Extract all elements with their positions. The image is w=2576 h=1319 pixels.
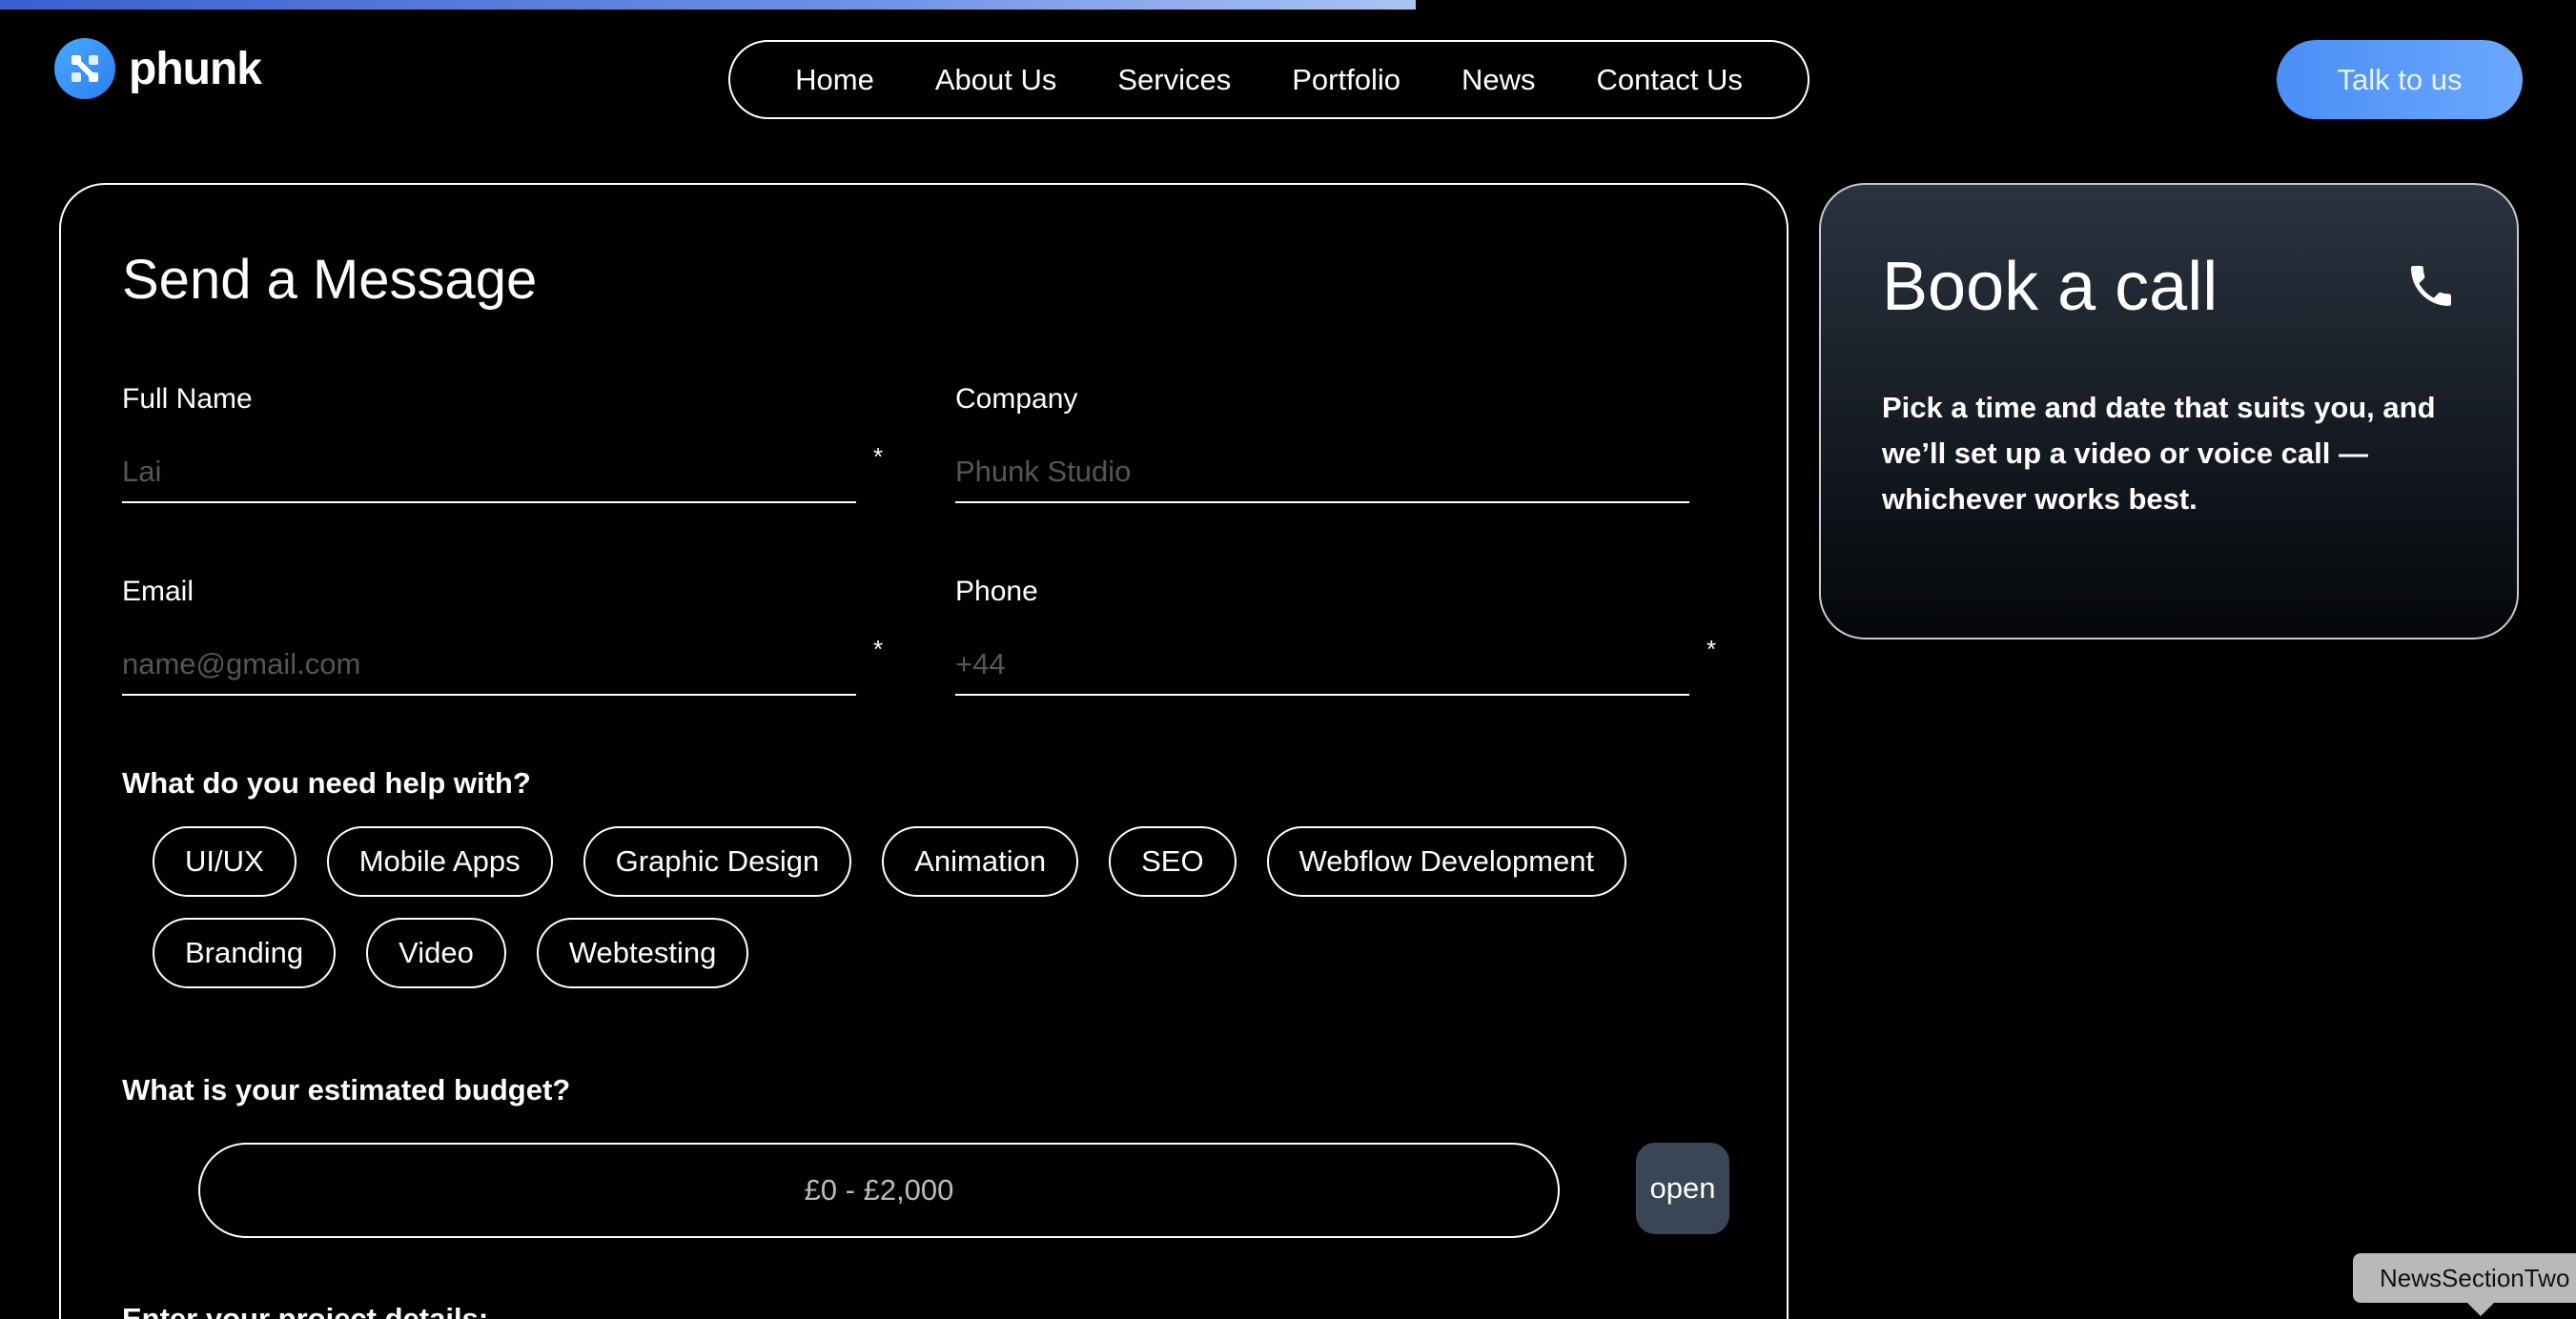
nav-item-home[interactable]: Home <box>795 63 874 97</box>
service-chips-row-1: UI/UX Mobile Apps Graphic Design Animati… <box>153 826 1627 897</box>
phone-input[interactable] <box>955 635 1689 696</box>
phone-icon <box>2411 266 2451 306</box>
full-name-label: Full Name <box>122 383 253 415</box>
service-chip-webtesting[interactable]: Webtesting <box>536 918 749 988</box>
budget-open-button[interactable]: open <box>1636 1143 1729 1234</box>
budget-question: What is your estimated budget? <box>122 1073 571 1106</box>
service-chip-seo[interactable]: SEO <box>1109 826 1237 897</box>
talk-to-us-button[interactable]: Talk to us <box>2277 40 2523 119</box>
help-question: What do you need help with? <box>122 766 531 800</box>
book-a-call-card[interactable]: Book a call Pick a time and date that su… <box>1819 183 2519 639</box>
nav-item-news[interactable]: News <box>1462 63 1536 97</box>
service-chip-video[interactable]: Video <box>366 918 506 988</box>
contact-form-card: Send a Message Full Name * Company Email… <box>59 183 1789 1319</box>
service-chip-animation[interactable]: Animation <box>882 826 1079 897</box>
full-name-field: Full Name <box>122 383 856 503</box>
brand-name: phunk <box>129 43 262 94</box>
nav-item-portfolio[interactable]: Portfolio <box>1292 63 1400 97</box>
company-input[interactable] <box>955 442 1689 503</box>
service-chip-graphic-design[interactable]: Graphic Design <box>583 826 852 897</box>
service-chip-ui-ux[interactable]: UI/UX <box>153 826 296 897</box>
phone-label: Phone <box>955 576 1038 607</box>
budget-select[interactable]: £0 - £2,000 <box>198 1143 1560 1238</box>
email-required-mark: * <box>873 635 884 663</box>
section-tooltip: NewsSectionTwo <box>2353 1253 2576 1303</box>
email-label: Email <box>122 576 194 607</box>
nav-item-services[interactable]: Services <box>1117 63 1231 97</box>
nav-item-about-us[interactable]: About Us <box>935 63 1057 97</box>
service-chip-webflow-development[interactable]: Webflow Development <box>1266 826 1627 897</box>
book-a-call-title: Book a call <box>1882 249 2218 325</box>
service-chip-branding[interactable]: Branding <box>153 918 337 988</box>
logo[interactable]: phunk <box>54 38 262 99</box>
company-field: Company <box>955 383 1689 503</box>
form-title: Send a Message <box>122 249 538 311</box>
service-chip-mobile-apps[interactable]: Mobile Apps <box>326 826 553 897</box>
phone-required-mark: * <box>1707 635 1717 663</box>
full-name-input[interactable] <box>122 442 856 503</box>
tooltip-arrow <box>2467 1303 2494 1316</box>
phunk-logo-icon <box>54 38 115 99</box>
page-scroll-progress-bar <box>0 0 1416 10</box>
full-name-required-mark: * <box>873 442 884 471</box>
nav-item-contact-us[interactable]: Contact Us <box>1597 63 1743 97</box>
project-details-question: Enter your project details: <box>122 1302 489 1319</box>
main-nav: Home About Us Services Portfolio News Co… <box>728 40 1809 119</box>
book-a-call-description: Pick a time and date that suits you, and… <box>1882 391 2436 516</box>
phone-field: Phone <box>955 576 1689 696</box>
service-chips-row-2: Branding Video Webtesting <box>153 918 749 988</box>
email-field: Email <box>122 576 856 696</box>
email-input[interactable] <box>122 635 856 696</box>
company-label: Company <box>955 383 1078 415</box>
